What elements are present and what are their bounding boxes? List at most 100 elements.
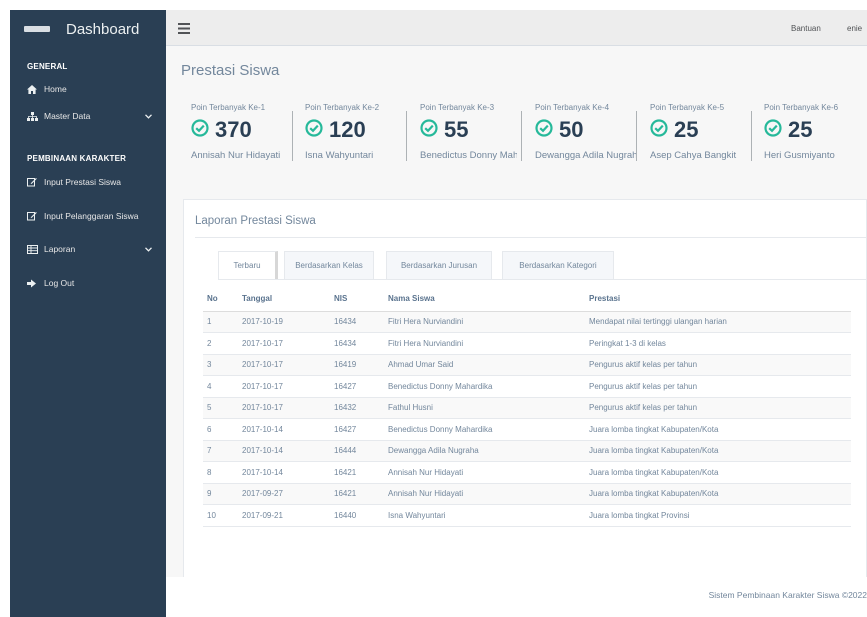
cell-prestasi: Juara lomba tingkat Kabupaten/Kota [585, 483, 851, 505]
table-header-row: No Tanggal NIS Nama Siswa Prestasi [203, 287, 851, 312]
cell-nama: Annisah Nur Hidayati [384, 483, 585, 505]
tile-label: Poin Terbanyak Ke-2 [305, 103, 380, 112]
table-row[interactable]: 7 2017-10-14 16444 Dewangga Adila Nugrah… [203, 440, 851, 462]
cell-tanggal: 2017-10-17 [238, 332, 330, 355]
col-nis[interactable]: NIS [330, 287, 384, 312]
cell-prestasi: Pengurus aktif kelas per tahun [585, 397, 851, 419]
tile-label: Poin Terbanyak Ke-5 [650, 103, 725, 112]
cell-tanggal: 2017-10-19 [238, 311, 330, 333]
table-row[interactable]: 8 2017-10-14 16421 Annisah Nur Hidayati … [203, 461, 851, 484]
nav-master-data[interactable]: Master Data [10, 107, 166, 125]
nav-input-pelanggaran[interactable]: Input Pelanggaran Siswa [10, 207, 166, 225]
nav-laporan-label: Laporan [44, 244, 76, 254]
page-title: Prestasi Siswa [181, 62, 280, 79]
table-row[interactable]: 3 2017-10-17 16419 Ahmad Umar Said Pengu… [203, 354, 851, 376]
cell-nis: 16427 [330, 375, 384, 398]
tile-divider [406, 111, 407, 161]
cell-nis: 16434 [330, 311, 384, 333]
tile-label: Poin Terbanyak Ke-3 [420, 103, 495, 112]
cell-nis: 16440 [330, 504, 384, 527]
col-nama-siswa[interactable]: Nama Siswa [384, 287, 585, 312]
cell-nama: Benedictus Donny Mahardika [384, 418, 585, 441]
cell-tanggal: 2017-10-17 [238, 397, 330, 419]
cell-no: 2 [203, 332, 238, 355]
tab-berdasarkan-kelas[interactable]: Berdasarkan Kelas [284, 251, 374, 279]
table-row[interactable]: 10 2017-09-21 16440 Isna Wahyuntari Juar… [203, 504, 851, 527]
check-circle-icon [764, 118, 782, 142]
tile-label: Poin Terbanyak Ke-4 [535, 103, 610, 112]
cell-prestasi: Pengurus aktif kelas per tahun [585, 375, 851, 398]
tab-terbaru[interactable]: Terbaru [218, 251, 278, 279]
col-no[interactable]: No [203, 287, 238, 312]
edit-icon [26, 177, 38, 187]
cell-prestasi: Peringkat 1-3 di kelas [585, 332, 851, 355]
section-pembinaan: PEMBINAAN KARAKTER [27, 154, 127, 163]
tile-rank-4: Poin Terbanyak Ke-4 50 Dewangga Adila Nu… [535, 103, 650, 163]
table-row[interactable]: 4 2017-10-17 16427 Benedictus Donny Maha… [203, 375, 851, 398]
section-general: GENERAL [27, 62, 68, 71]
cell-no: 9 [203, 483, 238, 505]
sign-out-icon [26, 279, 38, 288]
tile-rank-6: Poin Terbanyak Ke-6 25 Heri Gusmiyanto [764, 103, 867, 163]
check-circle-icon [535, 118, 553, 142]
tab-berdasarkan-jurusan[interactable]: Berdasarkan Jurusan [386, 251, 492, 279]
cell-nama: Ahmad Umar Said [384, 354, 585, 376]
brand-logo [24, 26, 50, 32]
cell-nama: Benedictus Donny Mahardika [384, 375, 585, 398]
tile-student-name: Isna Wahyuntari [305, 150, 374, 161]
cell-nis: 16444 [330, 440, 384, 462]
col-prestasi[interactable]: Prestasi [585, 287, 851, 312]
cell-tanggal: 2017-10-17 [238, 375, 330, 398]
col-tanggal[interactable]: Tanggal [238, 287, 330, 312]
nav-input-pelanggaran-label: Input Pelanggaran Siswa [44, 211, 139, 221]
tile-count: 25 [788, 117, 813, 142]
table-row[interactable]: 2 2017-10-17 16434 Fitri Hera Nurviandin… [203, 332, 851, 355]
nav-input-prestasi-label: Input Prestasi Siswa [44, 177, 122, 187]
tile-student-name: Dewangga Adila Nugraha [535, 150, 636, 161]
tile-student-name: Benedictus Donny Mahardika [420, 150, 517, 161]
nav-home-label: Home [44, 84, 67, 94]
table-icon [26, 244, 38, 254]
tab-berdasarkan-kategori[interactable]: Berdasarkan Kategori [502, 251, 614, 279]
footer-text: Sistem Pembinaan Karakter Siswa ©2022 [708, 590, 867, 600]
cell-prestasi: Juara lomba tingkat Kabupaten/Kota [585, 418, 851, 441]
nav-input-prestasi[interactable]: Input Prestasi Siswa [10, 173, 166, 191]
cell-nama: Fathul Husni [384, 397, 585, 419]
tile-count: 370 [215, 117, 252, 142]
table-row[interactable]: 5 2017-10-17 16432 Fathul Husni Pengurus… [203, 397, 851, 419]
cell-no: 1 [203, 311, 238, 333]
cell-prestasi: Juara lomba tingkat Kabupaten/Kota [585, 440, 851, 462]
cell-nama: Isna Wahyuntari [384, 504, 585, 527]
nav-logout[interactable]: Log Out [10, 274, 166, 292]
main-content: Prestasi Siswa Poin Terbanyak Ke-1 370 A… [166, 46, 867, 617]
tile-count: 50 [559, 117, 584, 142]
cell-no: 7 [203, 440, 238, 462]
cell-nis: 16421 [330, 461, 384, 484]
report-table: No Tanggal NIS Nama Siswa Prestasi 1 201… [203, 287, 851, 527]
tile-divider [292, 111, 293, 161]
cell-prestasi: Juara lomba tingkat Provinsi [585, 504, 851, 527]
cell-nis: 16432 [330, 397, 384, 419]
nav-laporan[interactable]: Laporan [10, 240, 166, 258]
chevron-down-icon [145, 244, 152, 254]
cell-prestasi: Juara lomba tingkat Kabupaten/Kota [585, 461, 851, 484]
cell-no: 6 [203, 418, 238, 441]
sidebar: Dashboard GENERAL Home Master Data PEMBI… [10, 10, 166, 617]
menu-icon[interactable] [178, 21, 190, 39]
cell-no: 3 [203, 354, 238, 376]
table-row[interactable]: 9 2017-09-27 16421 Annisah Nur Hidayati … [203, 483, 851, 505]
brand[interactable]: Dashboard [10, 10, 166, 48]
table-row[interactable]: 6 2017-10-14 16427 Benedictus Donny Maha… [203, 418, 851, 441]
help-link[interactable]: Bantuan [791, 24, 821, 33]
tile-student-name: Heri Gusmiyanto [764, 150, 835, 161]
nav-home[interactable]: Home [10, 80, 166, 98]
check-circle-icon [650, 118, 668, 142]
tile-label: Poin Terbanyak Ke-1 [191, 103, 266, 112]
cell-tanggal: 2017-10-14 [238, 461, 330, 484]
user-menu[interactable]: enie [847, 24, 862, 33]
table-row[interactable]: 1 2017-10-19 16434 Fitri Hera Nurviandin… [203, 311, 851, 333]
cell-nama: Fitri Hera Nurviandini [384, 311, 585, 333]
tile-label: Poin Terbanyak Ke-6 [764, 103, 839, 112]
brand-title: Dashboard [66, 20, 140, 38]
cell-prestasi: Pengurus aktif kelas per tahun [585, 354, 851, 376]
